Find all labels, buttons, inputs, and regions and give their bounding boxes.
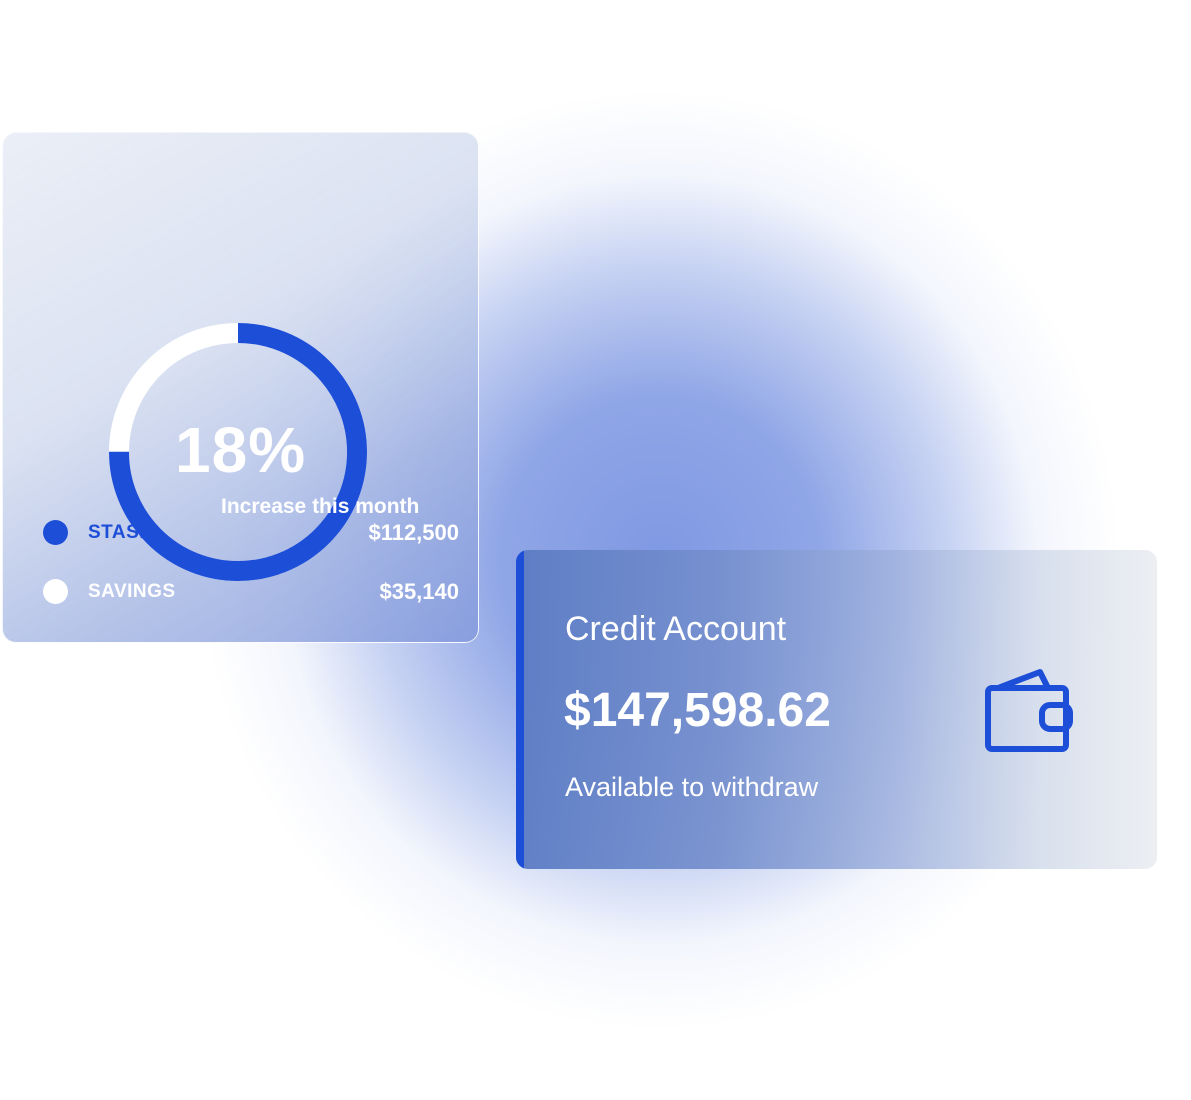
- percent-caption: Increase this month: [221, 495, 420, 518]
- wallet-icon: [985, 669, 1073, 752]
- credit-amount: $147,598.62: [564, 684, 831, 737]
- legend-dot-savings: [43, 579, 68, 604]
- credit-subtitle: Available to withdraw: [565, 772, 819, 802]
- legend-label-savings: SAVINGS: [88, 581, 176, 602]
- legend-item-savings: SAVINGS $35,140: [43, 577, 459, 605]
- legend-dot-stash: [43, 520, 68, 545]
- card-accent-bar: [516, 550, 524, 869]
- credit-account-card: Credit Account $147,598.62 Available to …: [516, 550, 1157, 869]
- legend-label-stash: STASH: [88, 522, 154, 543]
- legend-value-stash: $112,500: [368, 520, 459, 545]
- credit-title: Credit Account: [565, 610, 787, 648]
- legend-item-stash: STASH $112,500: [43, 518, 459, 546]
- legend-value-savings: $35,140: [379, 579, 459, 604]
- savings-card: 18% Increase this month STASH $112,500 S…: [2, 132, 479, 643]
- percent-value: 18%: [175, 414, 307, 486]
